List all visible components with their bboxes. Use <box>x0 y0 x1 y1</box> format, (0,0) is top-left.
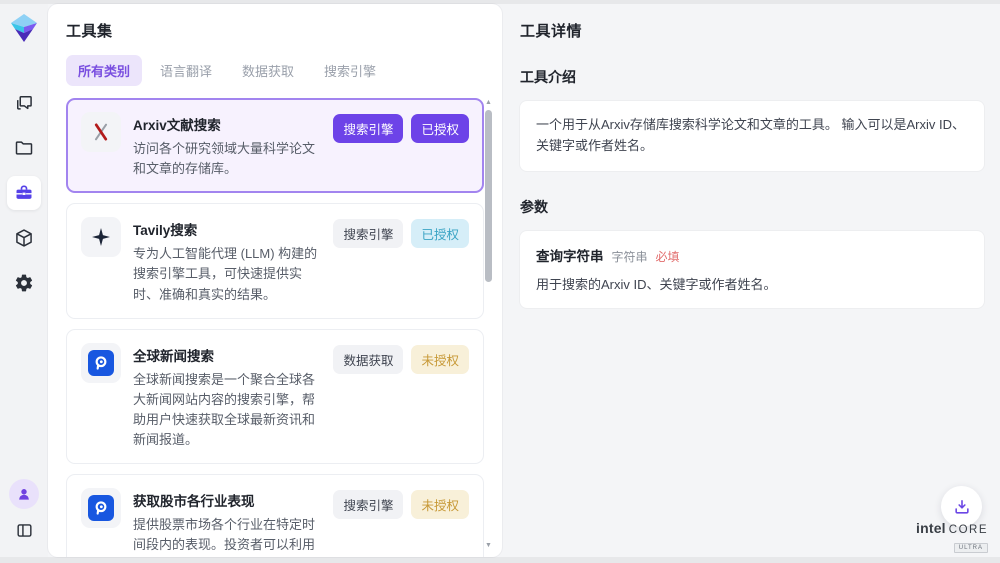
download-icon <box>952 497 972 517</box>
left-icon-rail <box>0 4 48 557</box>
list-scrollbar: ▲ ▼ <box>484 98 493 555</box>
category-badge: 数据获取 <box>333 345 403 374</box>
app-logo-icon[interactable] <box>8 12 40 44</box>
sidebar-item-files[interactable] <box>7 131 41 165</box>
tools-panel-title: 工具集 <box>48 4 502 47</box>
category-badge: 搜索引擎 <box>333 219 403 248</box>
parameter-description: 用于搜索的Arxiv ID、关键字或作者姓名。 <box>536 275 968 295</box>
tool-card-tavily[interactable]: Tavily搜索 专为人工智能代理 (LLM) 构建的搜索引擎工具，可快速提供实… <box>66 203 484 318</box>
parameter-box: 查询字符串 字符串 必填 用于搜索的Arxiv ID、关键字或作者姓名。 <box>520 231 984 309</box>
gear-icon <box>14 273 34 293</box>
scroll-down-arrow[interactable]: ▼ <box>484 541 493 551</box>
tab-search-engine[interactable]: 搜索引擎 <box>312 55 388 86</box>
tavily-star-icon <box>81 217 121 257</box>
sidebar-item-tools[interactable] <box>7 176 41 210</box>
category-badge: 搜索引擎 <box>333 490 403 519</box>
user-avatar[interactable] <box>9 479 39 509</box>
folder-icon <box>14 138 34 158</box>
tool-title: 全球新闻搜索 <box>133 345 321 365</box>
scrollbar-thumb[interactable] <box>485 110 492 282</box>
intel-series-text: CORE <box>949 524 988 536</box>
panel-toggle-button[interactable] <box>9 515 39 545</box>
parameter-name: 查询字符串 <box>536 245 604 265</box>
intro-box: 一个用于从Arxiv存储库搜索科学论文和文章的工具。 输入可以是Arxiv ID… <box>520 101 984 171</box>
auth-status-badge: 已授权 <box>411 219 469 248</box>
auth-status-badge: 未授权 <box>411 345 469 374</box>
rail-bottom-section <box>9 479 39 545</box>
auth-status-badge: 未授权 <box>411 490 469 519</box>
params-section-heading: 参数 <box>520 197 984 217</box>
q-news-logo-icon <box>81 488 121 528</box>
cube-icon <box>14 228 34 248</box>
app-window: 工具集 所有类别 语言翻译 数据获取 搜索引擎 Arxiv文献搜索 <box>0 4 1000 557</box>
sidebar-item-chat[interactable] <box>7 86 41 120</box>
tool-title: 获取股市各行业表现 <box>133 490 321 510</box>
parameter-required-flag: 必填 <box>656 248 680 265</box>
intel-tier-badge: Ultra <box>954 543 988 553</box>
auth-status-badge: 已授权 <box>411 114 469 143</box>
tool-card-sector-performance[interactable]: 获取股市各行业表现 提供股票市场各个行业在特定时间段内的表现。投资者可以利用这些… <box>66 474 484 557</box>
tab-language-translation[interactable]: 语言翻译 <box>148 55 224 86</box>
intel-brand-text: intel <box>916 520 946 536</box>
sidebar-item-packages[interactable] <box>7 221 41 255</box>
tool-description: 全球新闻搜索是一个聚合全球各大新闻网站内容的搜索引擎，帮助用户快速获取全球最新资… <box>133 370 321 451</box>
intro-section-heading: 工具介绍 <box>520 67 984 87</box>
tool-description: 访问各个研究领域大量科学论文和文章的存储库。 <box>133 139 321 179</box>
tab-data-fetch[interactable]: 数据获取 <box>230 55 306 86</box>
sidebar-item-settings[interactable] <box>7 266 41 300</box>
chat-icon <box>14 93 34 113</box>
tools-list: Arxiv文献搜索 访问各个研究领域大量科学论文和文章的存储库。 搜索引擎 已授… <box>48 96 502 557</box>
intel-core-logo: intel CORE Ultra <box>916 520 988 554</box>
tools-list-container: Arxiv文献搜索 访问各个研究领域大量科学论文和文章的存储库。 搜索引擎 已授… <box>48 96 502 557</box>
tool-title: Tavily搜索 <box>133 219 321 239</box>
tool-description: 提供股票市场各个行业在特定时间段内的表现。投资者可以利用这些信息来识别表现优于或… <box>133 515 321 557</box>
q-news-logo-icon <box>81 343 121 383</box>
category-tabs: 所有类别 语言翻译 数据获取 搜索引擎 <box>48 47 502 96</box>
tool-title: Arxiv文献搜索 <box>133 114 321 134</box>
arxiv-logo-icon <box>81 112 121 152</box>
toolbox-icon <box>14 183 34 203</box>
rail-navigation <box>7 86 41 300</box>
parameter-type: 字符串 <box>612 248 648 265</box>
tools-panel: 工具集 所有类别 语言翻译 数据获取 搜索引擎 Arxiv文献搜索 <box>48 4 502 557</box>
category-badge: 搜索引擎 <box>333 114 403 143</box>
details-panel-title: 工具详情 <box>520 20 984 41</box>
tool-card-global-news[interactable]: 全球新闻搜索 全球新闻搜索是一个聚合全球各大新闻网站内容的搜索引擎，帮助用户快速… <box>66 329 484 465</box>
panel-layout-icon <box>15 521 34 540</box>
tool-card-arxiv[interactable]: Arxiv文献搜索 访问各个研究领域大量科学论文和文章的存储库。 搜索引擎 已授… <box>66 98 484 193</box>
scroll-up-arrow[interactable]: ▲ <box>484 98 493 108</box>
person-icon <box>15 485 33 503</box>
tool-details-panel: 工具详情 工具介绍 一个用于从Arxiv存储库搜索科学论文和文章的工具。 输入可… <box>502 4 1000 557</box>
tab-all-categories[interactable]: 所有类别 <box>66 55 142 86</box>
intro-text: 一个用于从Arxiv存储库搜索科学论文和文章的工具。 输入可以是Arxiv ID… <box>536 115 968 157</box>
tool-description: 专为人工智能代理 (LLM) 构建的搜索引擎工具，可快速提供实时、准确和真实的结… <box>133 244 321 304</box>
